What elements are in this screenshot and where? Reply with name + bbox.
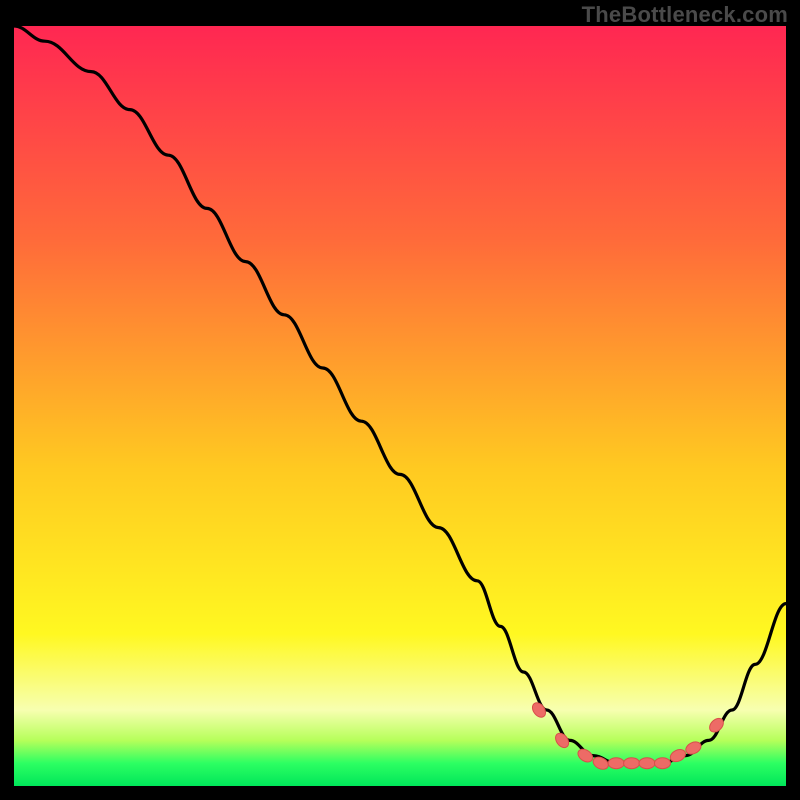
highlight-marker <box>608 758 624 769</box>
highlight-marker <box>655 758 671 769</box>
watermark-text: TheBottleneck.com <box>582 2 788 28</box>
highlight-marker <box>639 758 655 769</box>
chart-frame: TheBottleneck.com <box>0 0 800 800</box>
plot-area <box>14 26 786 786</box>
highlight-marker <box>624 758 640 769</box>
gradient-background <box>14 26 786 786</box>
bottleneck-chart <box>14 26 786 786</box>
